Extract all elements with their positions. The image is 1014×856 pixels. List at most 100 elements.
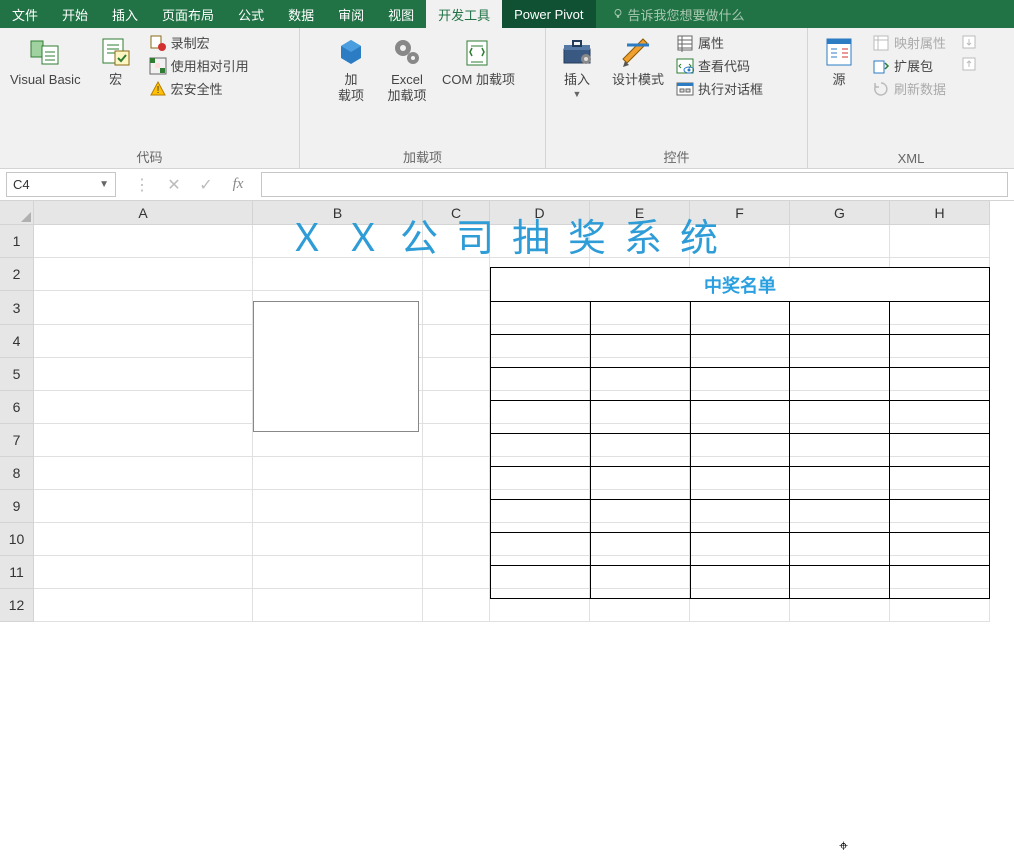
column-header[interactable]: B xyxy=(253,201,423,225)
column-header[interactable]: E xyxy=(590,201,690,225)
cell[interactable] xyxy=(490,225,590,258)
cell[interactable] xyxy=(423,358,490,391)
expansion-pack-button[interactable]: 扩展包 xyxy=(870,55,948,76)
cell[interactable] xyxy=(890,225,990,258)
cell[interactable] xyxy=(34,358,253,391)
winner-cell[interactable] xyxy=(491,368,591,401)
winner-cell[interactable] xyxy=(691,368,791,401)
winner-cell[interactable] xyxy=(691,335,791,368)
menu-layout[interactable]: 页面布局 xyxy=(150,0,226,28)
view-code-button[interactable]: 查看代码 xyxy=(674,55,765,76)
xml-source-button[interactable]: 源 xyxy=(814,32,864,90)
winner-cell[interactable] xyxy=(790,302,890,335)
winner-cell[interactable] xyxy=(491,566,591,599)
winner-cell[interactable] xyxy=(890,467,990,500)
cell[interactable] xyxy=(423,490,490,523)
winner-cell[interactable] xyxy=(591,500,691,533)
winner-cell[interactable] xyxy=(790,467,890,500)
winner-cell[interactable] xyxy=(491,467,591,500)
chevron-down-icon[interactable]: ▼ xyxy=(99,179,109,190)
select-all-corner[interactable] xyxy=(0,201,34,225)
winner-cell[interactable] xyxy=(790,533,890,566)
macros-button[interactable]: 宏 xyxy=(91,32,141,90)
winner-cell[interactable] xyxy=(691,467,791,500)
winner-cell[interactable] xyxy=(890,500,990,533)
row-header[interactable]: 6 xyxy=(0,391,34,424)
winner-cell[interactable] xyxy=(491,434,591,467)
winner-cell[interactable] xyxy=(790,368,890,401)
formula-input[interactable] xyxy=(261,172,1008,197)
column-header[interactable]: F xyxy=(690,201,790,225)
row-header[interactable]: 11 xyxy=(0,556,34,589)
column-header[interactable]: A xyxy=(34,201,253,225)
menu-review[interactable]: 审阅 xyxy=(326,0,376,28)
cell[interactable] xyxy=(590,225,690,258)
winner-cell[interactable] xyxy=(890,335,990,368)
winner-cell[interactable] xyxy=(890,533,990,566)
menu-data[interactable]: 数据 xyxy=(276,0,326,28)
row-header[interactable]: 12 xyxy=(0,589,34,622)
row-header[interactable]: 7 xyxy=(0,424,34,457)
cell[interactable] xyxy=(423,225,490,258)
winner-cell[interactable] xyxy=(591,302,691,335)
cell[interactable] xyxy=(253,589,423,622)
visual-basic-button[interactable]: Visual Basic xyxy=(6,32,85,90)
cell[interactable] xyxy=(423,325,490,358)
xml-import-button[interactable] xyxy=(958,32,980,52)
cancel-icon[interactable]: ✕ xyxy=(165,176,183,194)
winner-cell[interactable] xyxy=(790,566,890,599)
cell[interactable] xyxy=(34,225,253,258)
winner-cell[interactable] xyxy=(591,533,691,566)
row-header[interactable]: 3 xyxy=(0,291,34,325)
winner-cell[interactable] xyxy=(890,302,990,335)
name-box[interactable]: C4 ▼ xyxy=(6,172,116,197)
macro-security-button[interactable]: ! 宏安全性 xyxy=(147,78,251,99)
winner-cell[interactable] xyxy=(691,434,791,467)
cell[interactable] xyxy=(34,325,253,358)
winner-cell[interactable] xyxy=(591,566,691,599)
xml-export-button[interactable] xyxy=(958,54,980,74)
cell[interactable] xyxy=(34,424,253,457)
winner-cell[interactable] xyxy=(691,401,791,434)
winner-cell[interactable] xyxy=(691,302,791,335)
cell[interactable] xyxy=(34,391,253,424)
winner-cell[interactable] xyxy=(591,434,691,467)
tell-me[interactable]: 告诉我您想要做什么 xyxy=(600,0,757,28)
winner-cell[interactable] xyxy=(491,533,591,566)
cell[interactable] xyxy=(423,589,490,622)
use-relative-button[interactable]: 使用相对引用 xyxy=(147,55,251,76)
excel-addins-button[interactable]: Excel 加载项 xyxy=(382,32,432,107)
winner-cell[interactable] xyxy=(790,500,890,533)
row-header[interactable]: 10 xyxy=(0,523,34,556)
winner-cell[interactable] xyxy=(591,401,691,434)
cell[interactable] xyxy=(790,225,890,258)
insert-control-button[interactable]: 插入 ▼ xyxy=(552,32,602,101)
column-header[interactable]: C xyxy=(423,201,490,225)
winner-cell[interactable] xyxy=(591,335,691,368)
cell[interactable] xyxy=(423,291,490,325)
cell[interactable] xyxy=(34,556,253,589)
cell[interactable] xyxy=(423,457,490,490)
column-header[interactable]: D xyxy=(490,201,590,225)
cell[interactable] xyxy=(34,589,253,622)
winner-cell[interactable] xyxy=(890,434,990,467)
run-dialog-button[interactable]: 执行对话框 xyxy=(674,78,765,99)
com-addins-button[interactable]: COM 加载项 xyxy=(438,32,519,90)
winner-cell[interactable] xyxy=(491,500,591,533)
fx-icon[interactable]: fx xyxy=(229,176,247,194)
cell[interactable] xyxy=(34,258,253,291)
refresh-data-button[interactable]: 刷新数据 xyxy=(870,78,948,99)
winner-cell[interactable] xyxy=(890,401,990,434)
cell[interactable] xyxy=(34,490,253,523)
cell[interactable] xyxy=(253,556,423,589)
cell[interactable] xyxy=(423,391,490,424)
cell[interactable] xyxy=(423,258,490,291)
cell[interactable] xyxy=(34,291,253,325)
menu-home[interactable]: 开始 xyxy=(50,0,100,28)
column-header[interactable]: G xyxy=(790,201,890,225)
winner-cell[interactable] xyxy=(890,566,990,599)
row-header[interactable]: 2 xyxy=(0,258,34,291)
cell[interactable] xyxy=(423,523,490,556)
cell[interactable] xyxy=(253,225,423,258)
cell[interactable] xyxy=(423,556,490,589)
